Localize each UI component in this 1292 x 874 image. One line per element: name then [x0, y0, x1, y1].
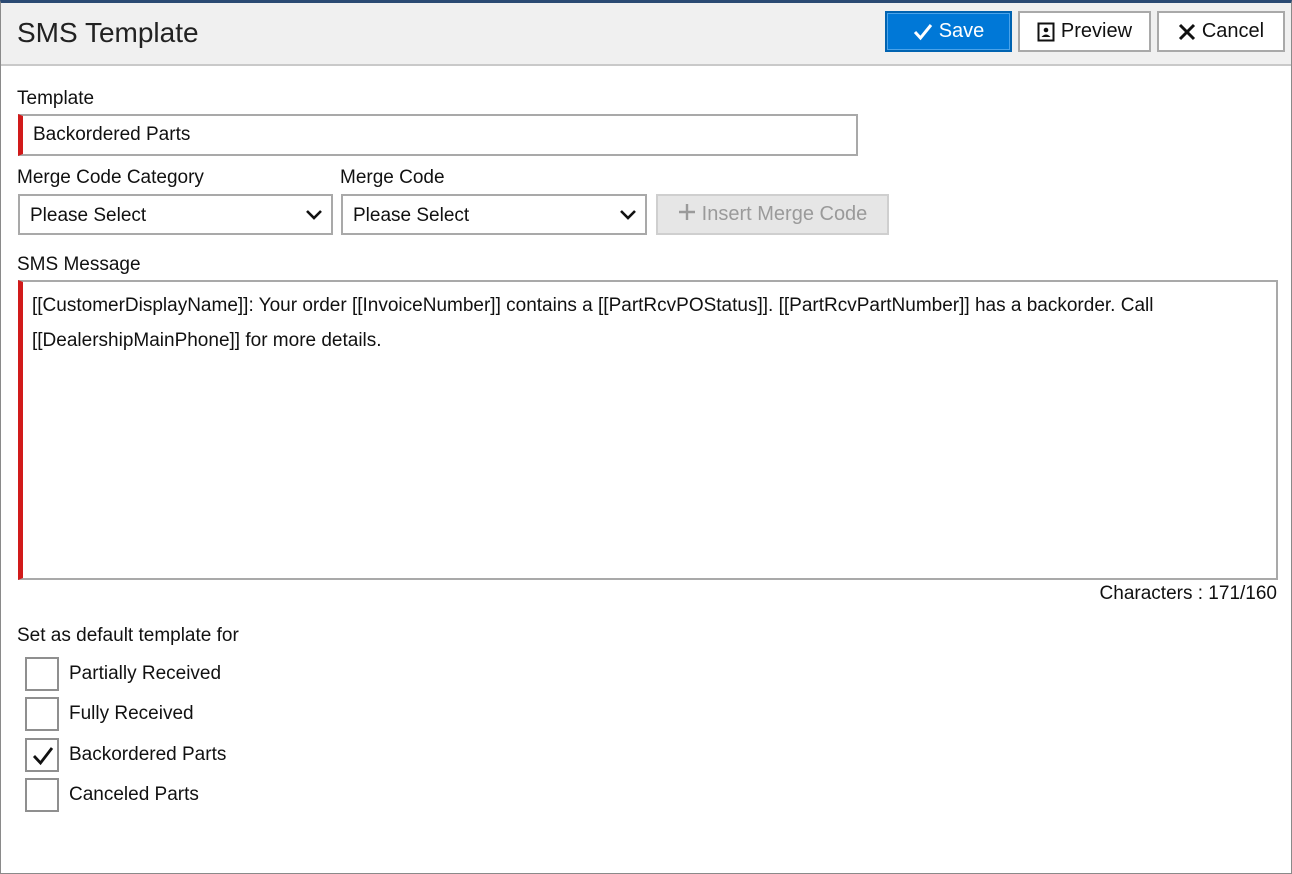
default-option-backordered-parts[interactable]: Backordered Parts: [25, 738, 226, 772]
default-option-fully-received[interactable]: Fully Received: [25, 697, 194, 731]
insert-merge-code-button[interactable]: Insert Merge Code: [656, 194, 889, 235]
canceled-parts-label: Canceled Parts: [69, 784, 199, 805]
merge-code-label: Merge Code: [340, 167, 445, 188]
checkmark-icon: [32, 747, 54, 766]
template-name-value: Backordered Parts: [33, 124, 191, 145]
cancel-button[interactable]: Cancel: [1157, 11, 1285, 52]
preview-button[interactable]: Preview: [1018, 11, 1151, 52]
chevron-down-icon: [619, 208, 637, 226]
sms-message-text: [[CustomerDisplayName]]: Your order [[In…: [32, 295, 1159, 351]
sms-template-dialog: SMS Template Save Preview Cancel Templat…: [0, 0, 1292, 874]
close-icon: [1178, 23, 1196, 41]
backordered-parts-checkbox[interactable]: [25, 738, 59, 772]
template-label: Template: [17, 88, 95, 109]
save-button-label: Save: [938, 20, 985, 42]
fully-received-label: Fully Received: [69, 703, 194, 724]
default-option-partially-received[interactable]: Partially Received: [25, 657, 221, 691]
fully-received-checkbox[interactable]: [25, 697, 59, 731]
merge-code-category-select[interactable]: Please Select: [18, 194, 333, 235]
merge-code-category-value: Please Select: [30, 205, 147, 226]
plus-icon: [678, 203, 696, 227]
merge-code-category-label: Merge Code Category: [17, 167, 204, 188]
check-icon: [913, 23, 933, 41]
dialog-header: SMS Template Save Preview Cancel: [1, 3, 1291, 66]
merge-code-value: Please Select: [353, 205, 470, 226]
template-name-input[interactable]: Backordered Parts: [18, 114, 858, 156]
canceled-parts-checkbox[interactable]: [25, 778, 59, 812]
dialog-title: SMS Template: [17, 17, 199, 48]
insert-merge-code-label: Insert Merge Code: [701, 203, 868, 225]
sms-message-textarea[interactable]: [[CustomerDisplayName]]: Your order [[In…: [18, 280, 1278, 580]
default-option-canceled-parts[interactable]: Canceled Parts: [25, 778, 199, 812]
save-button[interactable]: Save: [885, 11, 1012, 52]
chevron-down-icon: [305, 208, 323, 226]
preview-button-label: Preview: [1060, 20, 1133, 42]
cancel-button-label: Cancel: [1201, 20, 1265, 42]
character-counter: Characters : 171/160: [1099, 583, 1277, 604]
backordered-parts-label: Backordered Parts: [69, 744, 227, 765]
partially-received-checkbox[interactable]: [25, 657, 59, 691]
merge-code-select[interactable]: Please Select: [341, 194, 647, 235]
partially-received-label: Partially Received: [69, 663, 222, 684]
default-template-heading: Set as default template for: [17, 625, 239, 646]
sms-message-label: SMS Message: [17, 254, 141, 275]
preview-document-icon: [1037, 22, 1055, 42]
